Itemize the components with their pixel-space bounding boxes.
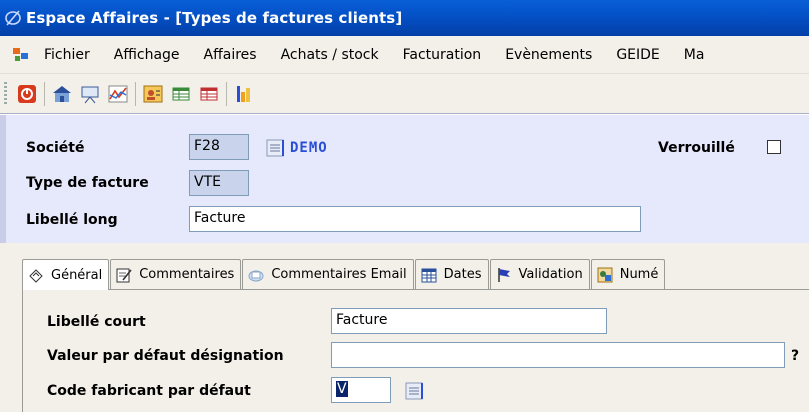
toolbar-separator (44, 81, 45, 106)
menu-geide[interactable]: GEIDE (616, 47, 659, 63)
code-fabricant-label: Code fabricant par défaut (47, 383, 251, 399)
general-icon (27, 266, 45, 284)
tab-page-general: Libellé court Facture Valeur par défaut … (22, 289, 809, 412)
tab-general[interactable]: Général (22, 259, 110, 290)
tab-commentaires-email[interactable]: Commentaires Email (242, 259, 414, 289)
tab-commentaires-label: Commentaires (139, 267, 235, 282)
libelle-long-label: Libellé long (26, 212, 118, 228)
app-logo-icon (5, 10, 21, 26)
toolbar (0, 74, 809, 114)
societe-field[interactable]: F28 (189, 134, 249, 160)
tab-dates-label: Dates (443, 267, 482, 282)
menu-evenements[interactable]: Evènements (505, 47, 592, 63)
report-icon[interactable] (233, 83, 255, 105)
menu-truncated[interactable]: Ma (684, 47, 705, 63)
valeur-defaut-label: Valeur par défaut désignation (47, 348, 284, 364)
tabs-area: Général Commentaires Commentaires Email … (0, 243, 809, 412)
grid-red-icon[interactable] (198, 83, 220, 105)
presentation-icon[interactable] (79, 83, 101, 105)
toolbar-grip[interactable] (4, 81, 7, 106)
tabstrip: Général Commentaires Commentaires Email … (22, 259, 666, 290)
libelle-court-field[interactable]: Facture (331, 308, 607, 334)
home-icon[interactable] (51, 83, 73, 105)
menu-achats-stock[interactable]: Achats / stock (281, 47, 379, 63)
user-card-icon[interactable] (142, 83, 164, 105)
societe-label: Société (26, 140, 85, 156)
type-facture-label: Type de facture (26, 175, 149, 191)
toolbar-separator (226, 81, 227, 106)
valeur-defaut-field[interactable] (331, 342, 785, 368)
toolbar-separator (135, 81, 136, 106)
tab-numerotation-label: Numé (619, 267, 659, 282)
code-fabricant-lookup-icon[interactable] (403, 380, 425, 402)
societe-name: DEMO (290, 140, 328, 156)
menu-bar: Fichier Affichage Affaires Achats / stoc… (0, 36, 809, 74)
chart-icon[interactable] (107, 83, 129, 105)
code-fabricant-value: V (336, 381, 348, 397)
tab-dates[interactable]: Dates (414, 259, 489, 289)
numbering-icon (596, 266, 614, 284)
libelle-court-label: Libellé court (47, 314, 146, 330)
code-fabricant-field[interactable]: V (331, 377, 391, 403)
menu-affichage[interactable]: Affichage (114, 47, 180, 63)
power-icon[interactable] (16, 83, 38, 105)
tab-validation[interactable]: Validation (489, 259, 590, 289)
tab-numerotation[interactable]: Numé (590, 259, 666, 289)
tab-validation-label: Validation (518, 267, 583, 282)
edit-note-icon (115, 266, 133, 284)
app-menu-icon[interactable] (12, 46, 30, 64)
verrouille-checkbox[interactable] (767, 140, 781, 154)
title-bar: Espace Affaires - [Types de factures cli… (0, 0, 809, 36)
menu-facturation[interactable]: Facturation (403, 47, 482, 63)
societe-lookup-icon[interactable] (264, 137, 286, 159)
header-panel: Société F28 DEMO Verrouillé Type de fact… (0, 115, 809, 243)
verrouille-label: Verrouillé (658, 140, 735, 156)
help-mark[interactable]: ? (791, 348, 799, 364)
tab-general-label: Général (51, 267, 103, 283)
menu-affaires[interactable]: Affaires (204, 47, 257, 63)
grid-green-icon[interactable] (170, 83, 192, 105)
window-title: Espace Affaires - [Types de factures cli… (26, 9, 403, 27)
tab-commentaires[interactable]: Commentaires (110, 259, 242, 289)
calendar-icon (420, 266, 438, 284)
flag-icon (495, 266, 513, 284)
email-icon (247, 266, 265, 284)
tab-commentaires-email-label: Commentaires Email (271, 267, 407, 282)
type-facture-field[interactable]: VTE (189, 170, 249, 196)
libelle-long-field[interactable]: Facture (189, 206, 641, 232)
menu-fichier[interactable]: Fichier (44, 47, 90, 63)
